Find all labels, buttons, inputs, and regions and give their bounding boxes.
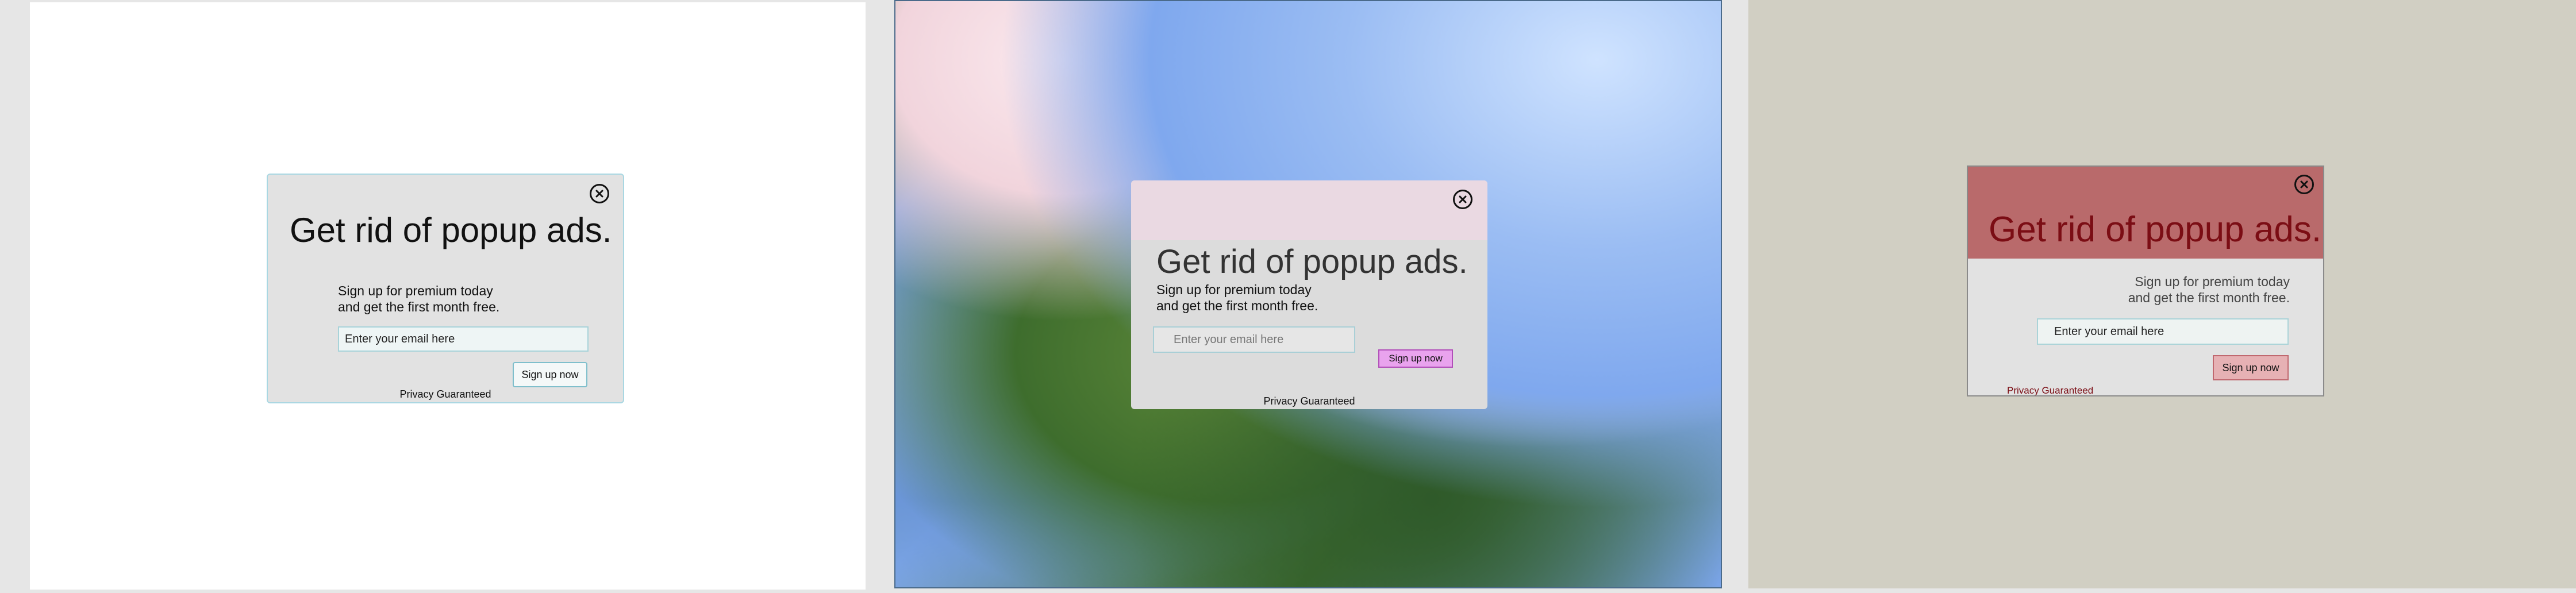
close-icon[interactable] [590, 184, 609, 203]
subtitle-line: and get the first month free. [2128, 290, 2290, 305]
variant-panel-white: Get rid of popup ads. Sign up for premiu… [30, 2, 866, 590]
header-band [1131, 180, 1487, 240]
email-input[interactable]: Enter your email here [1153, 326, 1355, 353]
subtitle-line: and get the first month free. [338, 299, 500, 314]
subtitle-line: Sign up for premium today [338, 283, 493, 298]
variant-panel-photo: Get rid of popup ads. Sign up for premiu… [894, 0, 1722, 588]
subtitle-line: Sign up for premium today [2135, 274, 2290, 289]
privacy-note: Privacy Guaranteed [399, 388, 491, 400]
privacy-note: Privacy Guaranteed [1263, 395, 1355, 407]
popup-title: Get rid of popup ads. [1989, 210, 2322, 249]
subtitle-line: Sign up for premium today [1156, 282, 1312, 297]
popup-subtitle: Sign up for premium today and get the fi… [338, 283, 499, 315]
popup-dialog: Get rid of popup ads. Sign up for premiu… [1967, 165, 2324, 396]
variant-panel-beige: Get rid of popup ads. Sign up for premiu… [1748, 0, 2576, 588]
popup-title: Get rid of popup ads. [290, 211, 612, 249]
popup-dialog: Get rid of popup ads. Sign up for premiu… [1131, 180, 1487, 409]
close-icon[interactable] [1453, 190, 1472, 209]
privacy-note: Privacy Guaranteed [2007, 385, 2094, 396]
email-input[interactable]: Enter your email here [2037, 318, 2289, 345]
popup-subtitle: Sign up for premium today and get the fi… [1156, 282, 1318, 314]
sign-up-button[interactable]: Sign up now [513, 362, 587, 387]
email-input[interactable]: Enter your email here [338, 326, 589, 352]
popup-subtitle: Sign up for premium today and get the fi… [2128, 274, 2290, 306]
subtitle-line: and get the first month free. [1156, 298, 1318, 313]
popup-title: Get rid of popup ads. [1156, 243, 1468, 280]
close-icon[interactable] [2294, 175, 2314, 194]
sign-up-button[interactable]: Sign up now [2213, 355, 2289, 380]
sign-up-button[interactable]: Sign up now [1378, 349, 1453, 368]
popup-dialog: Get rid of popup ads. Sign up for premiu… [267, 174, 624, 403]
